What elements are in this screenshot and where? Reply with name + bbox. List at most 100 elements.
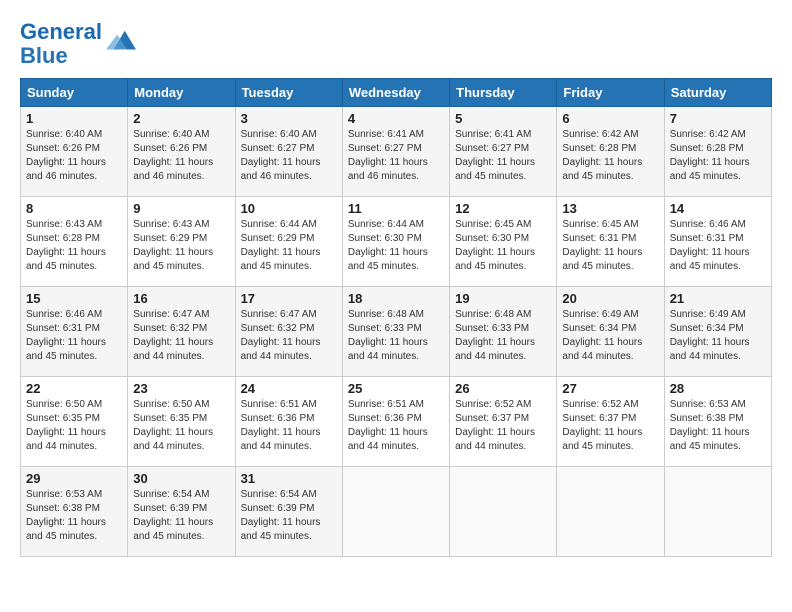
day-number: 14: [670, 201, 766, 216]
calendar-cell: 4 Sunrise: 6:41 AM Sunset: 6:27 PM Dayli…: [342, 107, 449, 197]
logo-icon: [106, 27, 136, 57]
calendar-cell: 9 Sunrise: 6:43 AM Sunset: 6:29 PM Dayli…: [128, 197, 235, 287]
calendar-cell: 17 Sunrise: 6:47 AM Sunset: 6:32 PM Dayl…: [235, 287, 342, 377]
calendar-cell: 29 Sunrise: 6:53 AM Sunset: 6:38 PM Dayl…: [21, 467, 128, 557]
calendar-week-1: 1 Sunrise: 6:40 AM Sunset: 6:26 PM Dayli…: [21, 107, 772, 197]
day-info: Sunrise: 6:40 AM Sunset: 6:27 PM Dayligh…: [241, 128, 337, 184]
day-info: Sunrise: 6:51 AM Sunset: 6:36 PM Dayligh…: [241, 398, 337, 454]
calendar-cell: 22 Sunrise: 6:50 AM Sunset: 6:35 PM Dayl…: [21, 377, 128, 467]
day-info: Sunrise: 6:48 AM Sunset: 6:33 PM Dayligh…: [455, 308, 551, 364]
logo-text: GeneralBlue: [20, 20, 102, 68]
day-info: Sunrise: 6:40 AM Sunset: 6:26 PM Dayligh…: [26, 128, 122, 184]
day-number: 31: [241, 471, 337, 486]
calendar-cell: 24 Sunrise: 6:51 AM Sunset: 6:36 PM Dayl…: [235, 377, 342, 467]
day-number: 9: [133, 201, 229, 216]
day-number: 11: [348, 201, 444, 216]
weekday-header-friday: Friday: [557, 79, 664, 107]
day-number: 7: [670, 111, 766, 126]
day-info: Sunrise: 6:45 AM Sunset: 6:31 PM Dayligh…: [562, 218, 658, 274]
day-info: Sunrise: 6:46 AM Sunset: 6:31 PM Dayligh…: [26, 308, 122, 364]
day-info: Sunrise: 6:54 AM Sunset: 6:39 PM Dayligh…: [133, 488, 229, 544]
day-number: 1: [26, 111, 122, 126]
day-number: 21: [670, 291, 766, 306]
day-number: 28: [670, 381, 766, 396]
day-number: 25: [348, 381, 444, 396]
day-info: Sunrise: 6:54 AM Sunset: 6:39 PM Dayligh…: [241, 488, 337, 544]
day-info: Sunrise: 6:49 AM Sunset: 6:34 PM Dayligh…: [562, 308, 658, 364]
weekday-header-saturday: Saturday: [664, 79, 771, 107]
calendar-cell: 23 Sunrise: 6:50 AM Sunset: 6:35 PM Dayl…: [128, 377, 235, 467]
day-number: 30: [133, 471, 229, 486]
calendar-cell: [450, 467, 557, 557]
day-info: Sunrise: 6:43 AM Sunset: 6:28 PM Dayligh…: [26, 218, 122, 274]
day-number: 10: [241, 201, 337, 216]
day-info: Sunrise: 6:52 AM Sunset: 6:37 PM Dayligh…: [562, 398, 658, 454]
day-number: 24: [241, 381, 337, 396]
day-number: 16: [133, 291, 229, 306]
day-info: Sunrise: 6:41 AM Sunset: 6:27 PM Dayligh…: [455, 128, 551, 184]
day-number: 20: [562, 291, 658, 306]
day-info: Sunrise: 6:52 AM Sunset: 6:37 PM Dayligh…: [455, 398, 551, 454]
day-number: 5: [455, 111, 551, 126]
day-info: Sunrise: 6:47 AM Sunset: 6:32 PM Dayligh…: [133, 308, 229, 364]
day-number: 6: [562, 111, 658, 126]
calendar-cell: 2 Sunrise: 6:40 AM Sunset: 6:26 PM Dayli…: [128, 107, 235, 197]
calendar-cell: 7 Sunrise: 6:42 AM Sunset: 6:28 PM Dayli…: [664, 107, 771, 197]
day-info: Sunrise: 6:50 AM Sunset: 6:35 PM Dayligh…: [26, 398, 122, 454]
calendar-week-4: 22 Sunrise: 6:50 AM Sunset: 6:35 PM Dayl…: [21, 377, 772, 467]
calendar-cell: [664, 467, 771, 557]
day-info: Sunrise: 6:46 AM Sunset: 6:31 PM Dayligh…: [670, 218, 766, 274]
calendar-cell: 11 Sunrise: 6:44 AM Sunset: 6:30 PM Dayl…: [342, 197, 449, 287]
day-info: Sunrise: 6:42 AM Sunset: 6:28 PM Dayligh…: [562, 128, 658, 184]
calendar-cell: 1 Sunrise: 6:40 AM Sunset: 6:26 PM Dayli…: [21, 107, 128, 197]
weekday-header-sunday: Sunday: [21, 79, 128, 107]
calendar-cell: 5 Sunrise: 6:41 AM Sunset: 6:27 PM Dayli…: [450, 107, 557, 197]
day-info: Sunrise: 6:49 AM Sunset: 6:34 PM Dayligh…: [670, 308, 766, 364]
calendar-cell: 20 Sunrise: 6:49 AM Sunset: 6:34 PM Dayl…: [557, 287, 664, 377]
day-info: Sunrise: 6:53 AM Sunset: 6:38 PM Dayligh…: [670, 398, 766, 454]
day-info: Sunrise: 6:45 AM Sunset: 6:30 PM Dayligh…: [455, 218, 551, 274]
day-info: Sunrise: 6:53 AM Sunset: 6:38 PM Dayligh…: [26, 488, 122, 544]
calendar-week-2: 8 Sunrise: 6:43 AM Sunset: 6:28 PM Dayli…: [21, 197, 772, 287]
day-number: 18: [348, 291, 444, 306]
day-number: 23: [133, 381, 229, 396]
weekday-header-wednesday: Wednesday: [342, 79, 449, 107]
calendar-cell: 18 Sunrise: 6:48 AM Sunset: 6:33 PM Dayl…: [342, 287, 449, 377]
day-number: 13: [562, 201, 658, 216]
calendar-cell: 30 Sunrise: 6:54 AM Sunset: 6:39 PM Dayl…: [128, 467, 235, 557]
calendar-cell: 6 Sunrise: 6:42 AM Sunset: 6:28 PM Dayli…: [557, 107, 664, 197]
day-number: 12: [455, 201, 551, 216]
calendar-cell: 16 Sunrise: 6:47 AM Sunset: 6:32 PM Dayl…: [128, 287, 235, 377]
day-number: 4: [348, 111, 444, 126]
day-number: 19: [455, 291, 551, 306]
day-number: 22: [26, 381, 122, 396]
calendar-cell: 8 Sunrise: 6:43 AM Sunset: 6:28 PM Dayli…: [21, 197, 128, 287]
day-info: Sunrise: 6:51 AM Sunset: 6:36 PM Dayligh…: [348, 398, 444, 454]
calendar-table: SundayMondayTuesdayWednesdayThursdayFrid…: [20, 78, 772, 557]
calendar-cell: 19 Sunrise: 6:48 AM Sunset: 6:33 PM Dayl…: [450, 287, 557, 377]
day-number: 17: [241, 291, 337, 306]
day-number: 27: [562, 381, 658, 396]
day-info: Sunrise: 6:42 AM Sunset: 6:28 PM Dayligh…: [670, 128, 766, 184]
day-info: Sunrise: 6:40 AM Sunset: 6:26 PM Dayligh…: [133, 128, 229, 184]
day-number: 3: [241, 111, 337, 126]
weekday-header-monday: Monday: [128, 79, 235, 107]
calendar-cell: 3 Sunrise: 6:40 AM Sunset: 6:27 PM Dayli…: [235, 107, 342, 197]
day-number: 29: [26, 471, 122, 486]
day-number: 15: [26, 291, 122, 306]
calendar-cell: [342, 467, 449, 557]
calendar-cell: 31 Sunrise: 6:54 AM Sunset: 6:39 PM Dayl…: [235, 467, 342, 557]
day-info: Sunrise: 6:48 AM Sunset: 6:33 PM Dayligh…: [348, 308, 444, 364]
day-number: 2: [133, 111, 229, 126]
day-info: Sunrise: 6:44 AM Sunset: 6:30 PM Dayligh…: [348, 218, 444, 274]
day-info: Sunrise: 6:44 AM Sunset: 6:29 PM Dayligh…: [241, 218, 337, 274]
page-header: GeneralBlue: [20, 20, 772, 68]
day-info: Sunrise: 6:47 AM Sunset: 6:32 PM Dayligh…: [241, 308, 337, 364]
calendar-cell: 15 Sunrise: 6:46 AM Sunset: 6:31 PM Dayl…: [21, 287, 128, 377]
day-info: Sunrise: 6:50 AM Sunset: 6:35 PM Dayligh…: [133, 398, 229, 454]
day-info: Sunrise: 6:43 AM Sunset: 6:29 PM Dayligh…: [133, 218, 229, 274]
calendar-cell: 28 Sunrise: 6:53 AM Sunset: 6:38 PM Dayl…: [664, 377, 771, 467]
weekday-header-thursday: Thursday: [450, 79, 557, 107]
calendar-week-5: 29 Sunrise: 6:53 AM Sunset: 6:38 PM Dayl…: [21, 467, 772, 557]
weekday-header-tuesday: Tuesday: [235, 79, 342, 107]
